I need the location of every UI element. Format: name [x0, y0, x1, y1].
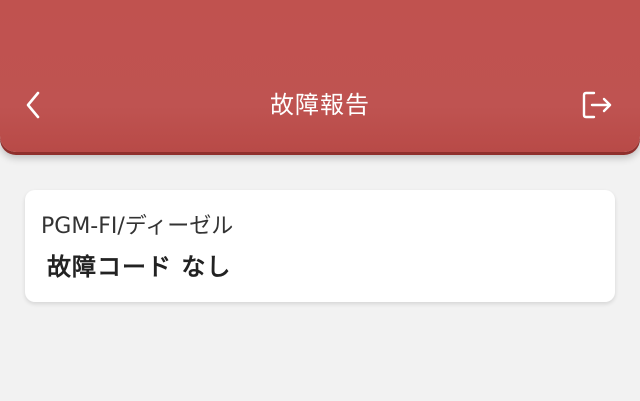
- screen: 故障報告 PGM-FI/ディーゼル 故障コード なし: [0, 0, 640, 401]
- page-title: 故障報告: [270, 91, 370, 119]
- logout-button[interactable]: [580, 89, 614, 121]
- fault-status: 故障コード なし: [47, 253, 232, 281]
- header-bar: 故障報告: [0, 0, 640, 152]
- fault-report-card: PGM-FI/ディーゼル 故障コード なし: [25, 190, 615, 302]
- system-name: PGM-FI/ディーゼル: [41, 214, 234, 239]
- logout-icon: [582, 91, 612, 119]
